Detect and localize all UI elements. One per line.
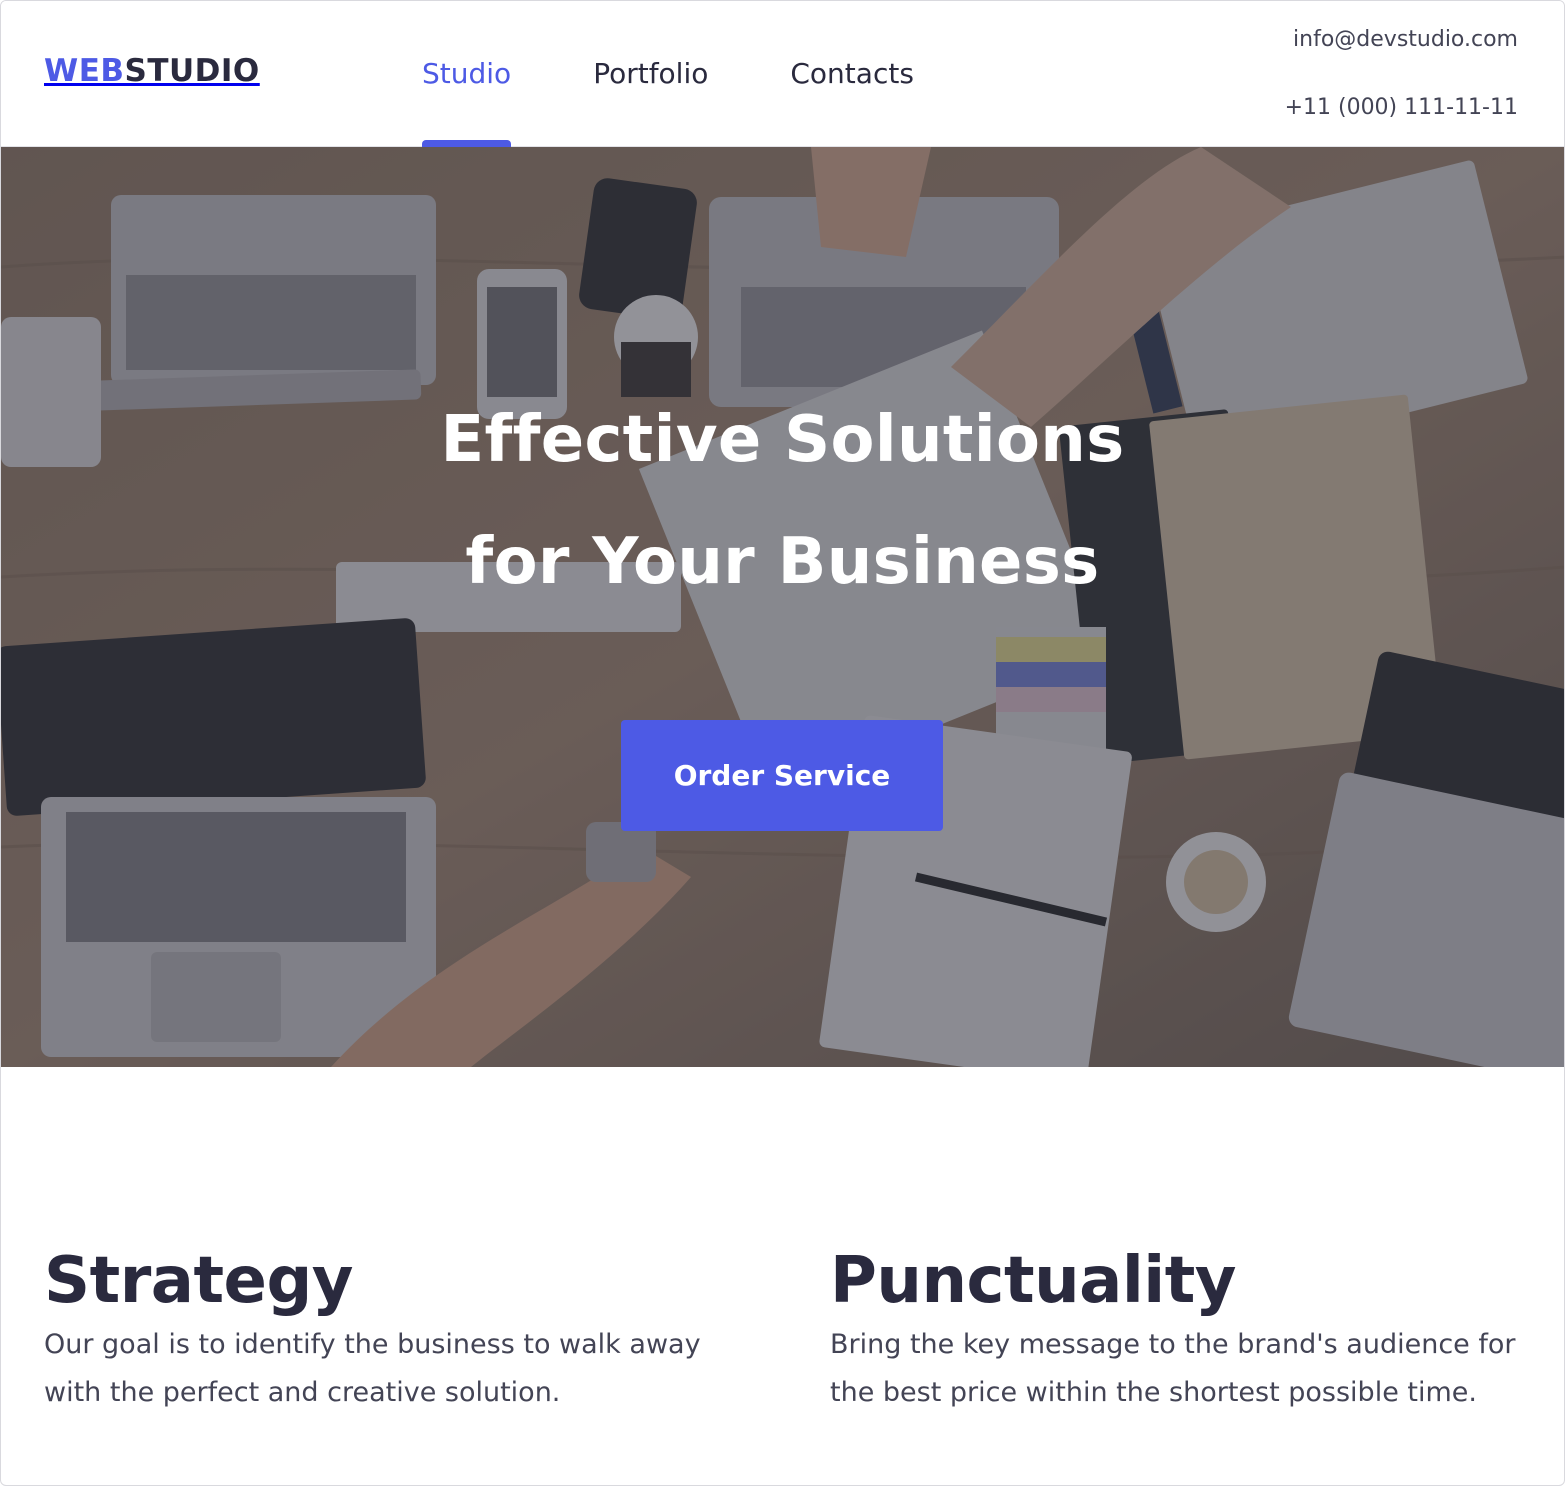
feature-title: Punctuality: [830, 1244, 1237, 1318]
page: WEBSTUDIO Studio Portfolio Contacts info…: [0, 0, 1565, 1486]
feature-punctuality: Punctuality Bring the key message to the…: [830, 1241, 1520, 1417]
email-link[interactable]: info@devstudio.com: [1285, 21, 1518, 59]
nav-item-contacts[interactable]: Contacts: [790, 1, 914, 147]
site-header: WEBSTUDIO Studio Portfolio Contacts info…: [1, 1, 1564, 147]
hero-section: Effective Solutions for Your Business Or…: [1, 147, 1564, 1067]
phone-link[interactable]: +11 (000) 111-11-11: [1285, 89, 1518, 127]
logo[interactable]: WEBSTUDIO: [44, 53, 260, 89]
nav-item-portfolio[interactable]: Portfolio: [593, 1, 708, 147]
nav-item-studio[interactable]: Studio: [422, 1, 512, 147]
main-nav: Studio Portfolio Contacts: [422, 1, 996, 147]
hero-title: Effective Solutions for Your Business: [1, 379, 1564, 623]
feature-title: Strategy: [44, 1244, 353, 1318]
logo-main-text: STUDIO: [124, 53, 260, 89]
feature-text: Bring the key message to the brand's aud…: [830, 1329, 1516, 1408]
logo-accent-text: WEB: [44, 53, 125, 89]
hero-title-line-2: for Your Business: [465, 525, 1100, 599]
hero-title-line-1: Effective Solutions: [440, 403, 1125, 477]
feature-strategy: Strategy Our goal is to identify the bus…: [44, 1241, 734, 1417]
order-service-button[interactable]: Order Service: [621, 720, 943, 831]
header-contacts: info@devstudio.com +11 (000) 111-11-11: [1285, 21, 1518, 127]
feature-text: Our goal is to identify the business to …: [44, 1329, 701, 1408]
